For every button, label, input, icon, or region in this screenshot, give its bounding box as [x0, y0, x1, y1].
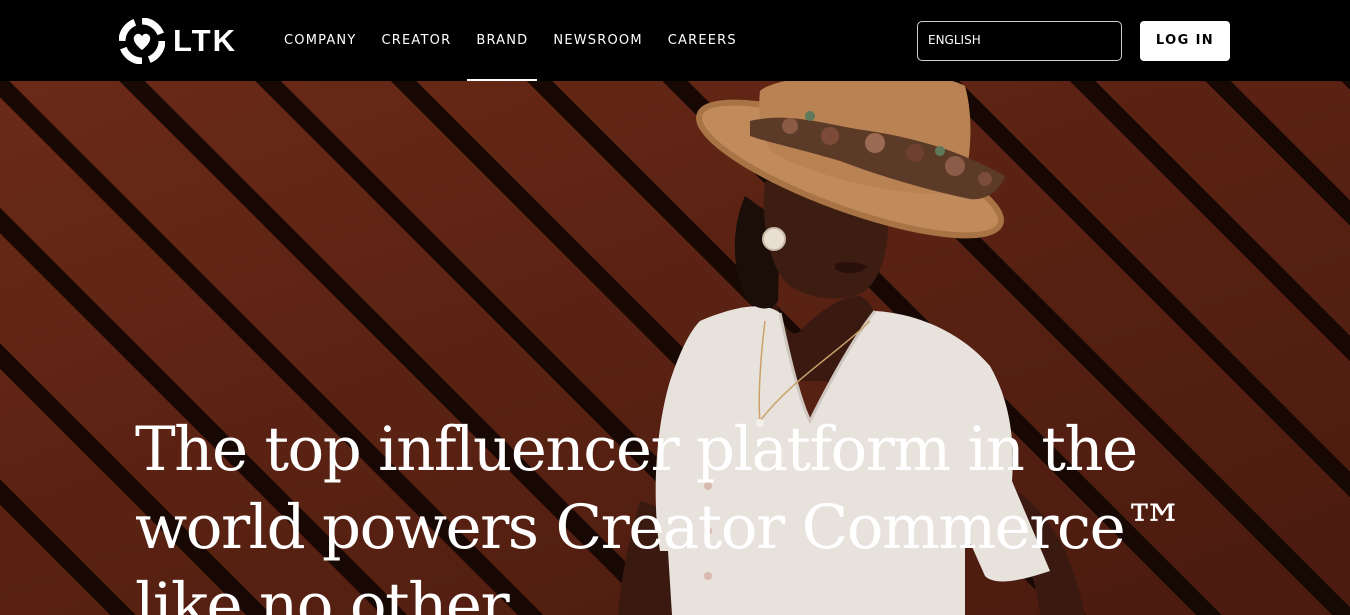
hero-section: The top influencer platform in the world… [0, 81, 1350, 615]
main-nav: COMPANY CREATOR BRAND NEWSROOM CAREERS [284, 0, 762, 81]
nav-careers[interactable]: CAREERS [668, 0, 737, 81]
nav-creator[interactable]: CREATOR [382, 0, 452, 81]
nav-newsroom[interactable]: NEWSROOM [553, 0, 642, 81]
hero-headline: The top influencer platform in the world… [135, 414, 1185, 615]
nav-company[interactable]: COMPANY [284, 0, 357, 81]
ltk-logo-icon [119, 18, 165, 64]
ltk-logo[interactable]: LTK [119, 18, 237, 64]
login-button[interactable]: LOG IN [1140, 21, 1230, 61]
language-select[interactable]: ENGLISH [917, 21, 1122, 61]
logo-text: LTK [173, 23, 237, 58]
nav-brand[interactable]: BRAND [467, 0, 538, 81]
top-nav-bar: LTK COMPANY CREATOR BRAND NEWSROOM CAREE… [0, 0, 1350, 81]
